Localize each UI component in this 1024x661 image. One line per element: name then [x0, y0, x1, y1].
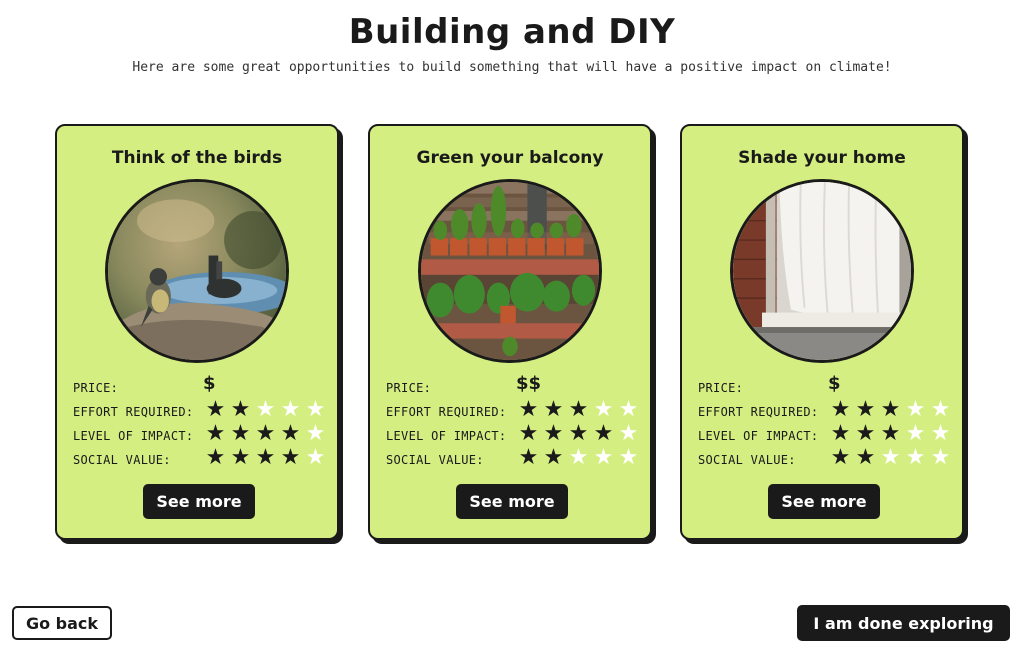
card-think-of-the-birds: Think of the birds PRICE: $ EFFORT REQUI… — [55, 124, 339, 540]
card-shade-your-home: Shade your home PRICE: $ EFFORT REQUIRED… — [680, 124, 964, 540]
social-rating: ★ ★ ★ ★ ★ — [516, 446, 641, 470]
card-title: Shade your home — [738, 148, 906, 168]
star-empty-icon: ★ — [305, 445, 326, 470]
social-label: SOCIAL VALUE: — [73, 453, 171, 467]
star-filled-icon: ★ — [543, 397, 564, 422]
star-empty-icon: ★ — [593, 397, 614, 422]
social-label: SOCIAL VALUE: — [386, 453, 484, 467]
star-empty-icon: ★ — [618, 445, 639, 470]
see-more-button[interactable]: See more — [456, 484, 568, 519]
star-empty-icon: ★ — [905, 445, 926, 470]
star-filled-icon: ★ — [830, 421, 851, 446]
impact-rating: ★ ★ ★ ★ ★ — [828, 422, 953, 446]
star-filled-icon: ★ — [593, 421, 614, 446]
star-filled-icon: ★ — [880, 421, 901, 446]
effort-label: EFFORT REQUIRED: — [386, 405, 507, 419]
price-value: $ — [203, 373, 216, 394]
page-subtitle: Here are some great opportunities to bui… — [132, 60, 892, 75]
star-filled-icon: ★ — [518, 445, 539, 470]
star-filled-icon: ★ — [568, 397, 589, 422]
price-value: $$ — [516, 373, 542, 394]
star-empty-icon: ★ — [905, 397, 926, 422]
star-filled-icon: ★ — [255, 445, 276, 470]
star-empty-icon: ★ — [280, 397, 301, 422]
star-empty-icon: ★ — [305, 397, 326, 422]
go-back-button[interactable]: Go back — [12, 606, 112, 640]
see-more-button[interactable]: See more — [768, 484, 880, 519]
star-filled-icon: ★ — [855, 421, 876, 446]
window-curtain-photo — [730, 179, 914, 363]
star-empty-icon: ★ — [305, 421, 326, 446]
star-filled-icon: ★ — [230, 445, 251, 470]
star-filled-icon: ★ — [518, 421, 539, 446]
star-empty-icon: ★ — [255, 397, 276, 422]
star-filled-icon: ★ — [230, 421, 251, 446]
see-more-button[interactable]: See more — [143, 484, 255, 519]
effort-label: EFFORT REQUIRED: — [73, 405, 194, 419]
star-filled-icon: ★ — [205, 421, 226, 446]
star-filled-icon: ★ — [855, 445, 876, 470]
social-rating: ★ ★ ★ ★ ★ — [203, 446, 328, 470]
impact-label: LEVEL OF IMPACT: — [386, 429, 507, 443]
star-empty-icon: ★ — [905, 421, 926, 446]
page-title: Building and DIY — [348, 12, 676, 52]
star-filled-icon: ★ — [830, 445, 851, 470]
impact-rating: ★ ★ ★ ★ ★ — [516, 422, 641, 446]
effort-rating: ★ ★ ★ ★ ★ — [516, 398, 641, 422]
star-filled-icon: ★ — [280, 445, 301, 470]
star-filled-icon: ★ — [880, 397, 901, 422]
card-title: Green your balcony — [416, 148, 604, 168]
star-filled-icon: ★ — [230, 397, 251, 422]
effort-rating: ★ ★ ★ ★ ★ — [203, 398, 328, 422]
done-exploring-button[interactable]: I am done exploring — [797, 605, 1010, 641]
star-filled-icon: ★ — [543, 445, 564, 470]
star-filled-icon: ★ — [855, 397, 876, 422]
star-filled-icon: ★ — [543, 421, 564, 446]
star-filled-icon: ★ — [205, 445, 226, 470]
star-filled-icon: ★ — [518, 397, 539, 422]
star-empty-icon: ★ — [618, 397, 639, 422]
card-title: Think of the birds — [111, 148, 283, 168]
social-label: SOCIAL VALUE: — [698, 453, 796, 467]
star-filled-icon: ★ — [568, 421, 589, 446]
effort-label: EFFORT REQUIRED: — [698, 405, 819, 419]
price-label: PRICE: — [698, 381, 744, 395]
balcony-plants-photo — [418, 179, 602, 363]
impact-rating: ★ ★ ★ ★ ★ — [203, 422, 328, 446]
price-label: PRICE: — [73, 381, 119, 395]
price-label: PRICE: — [386, 381, 432, 395]
star-empty-icon: ★ — [930, 397, 951, 422]
star-empty-icon: ★ — [930, 445, 951, 470]
star-filled-icon: ★ — [255, 421, 276, 446]
star-filled-icon: ★ — [830, 397, 851, 422]
star-empty-icon: ★ — [930, 421, 951, 446]
bird-bath-photo — [105, 179, 289, 363]
star-filled-icon: ★ — [205, 397, 226, 422]
impact-label: LEVEL OF IMPACT: — [698, 429, 819, 443]
effort-rating: ★ ★ ★ ★ ★ — [828, 398, 953, 422]
impact-label: LEVEL OF IMPACT: — [73, 429, 194, 443]
star-empty-icon: ★ — [618, 421, 639, 446]
star-filled-icon: ★ — [280, 421, 301, 446]
star-empty-icon: ★ — [880, 445, 901, 470]
price-value: $ — [828, 373, 841, 394]
social-rating: ★ ★ ★ ★ ★ — [828, 446, 953, 470]
card-green-your-balcony: Green your balcony PRICE: $$ EFFORT REQU… — [368, 124, 652, 540]
star-empty-icon: ★ — [568, 445, 589, 470]
star-empty-icon: ★ — [593, 445, 614, 470]
